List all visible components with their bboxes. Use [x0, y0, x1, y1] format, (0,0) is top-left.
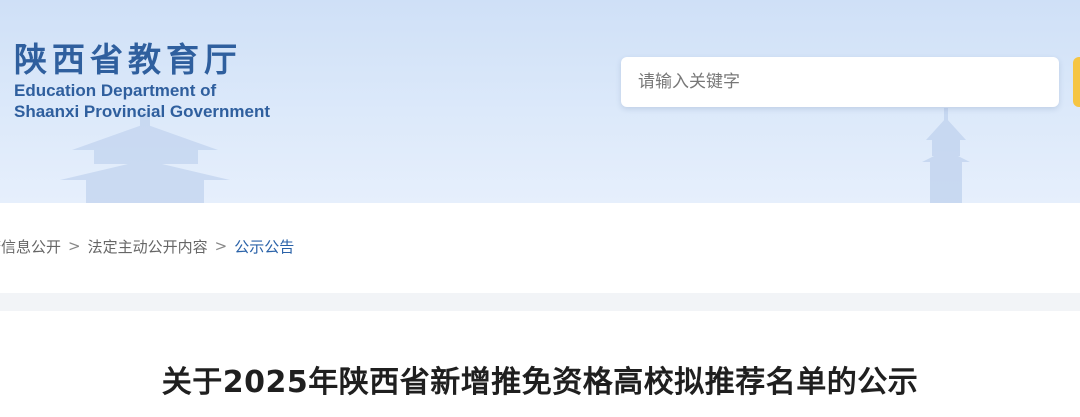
breadcrumb-item-statutory-content[interactable]: 法定主动公开内容: [88, 236, 208, 257]
breadcrumb: 府信息公开 > 法定主动公开内容 > 公示公告: [0, 234, 294, 258]
site-logo[interactable]: 陕西省教育厅 Education Department of Shaanxi P…: [14, 40, 270, 122]
logo-english-line-2: Shaanxi Provincial Government: [14, 102, 271, 121]
logo-english-line-1: Education Department of: [14, 81, 217, 100]
search-button[interactable]: [1073, 57, 1080, 107]
breadcrumb-separator: >: [68, 237, 81, 255]
breadcrumb-separator: >: [214, 237, 228, 255]
pagoda-watermark-icon: [60, 112, 230, 203]
search-input[interactable]: [638, 57, 1059, 107]
logo-chinese-name: 陕西省教育厅: [14, 40, 242, 79]
breadcrumb-item-current[interactable]: 公示公告: [234, 236, 294, 257]
article-title: 关于2025年陕西省新增推免资格高校拟推荐名单的公示: [161, 365, 919, 400]
breadcrumb-item-info-disclosure[interactable]: 府信息公开: [0, 236, 61, 257]
tower-watermark-icon: [922, 108, 970, 203]
search-box: [621, 57, 1059, 107]
header-banner: 陕西省教育厅 Education Department of Shaanxi P…: [0, 0, 1080, 203]
section-divider: [0, 293, 1080, 311]
